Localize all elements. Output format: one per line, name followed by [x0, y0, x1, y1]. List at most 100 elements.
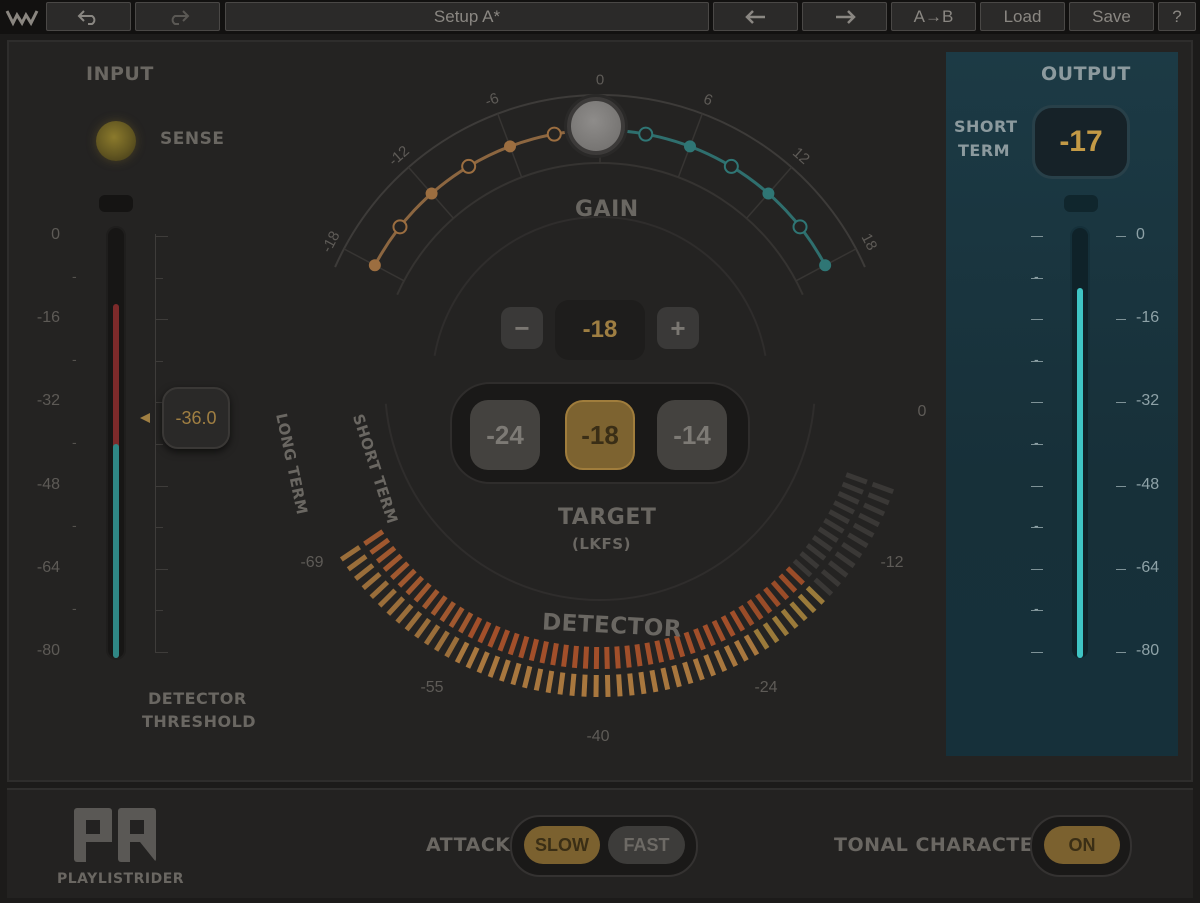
threshold-pointer-icon [140, 413, 150, 423]
scale-label: -48 [1136, 475, 1160, 493]
output-scale-tick [1031, 610, 1043, 612]
output-meter [1070, 226, 1090, 660]
scale-minor-tick: - [1034, 600, 1039, 617]
load-label: Load [1003, 6, 1042, 26]
output-scale-tick [1116, 319, 1126, 321]
input-meter-level [113, 444, 119, 658]
scale-minor-tick: - [72, 350, 77, 367]
threshold-rail [155, 234, 156, 652]
scale-label: -32 [1136, 392, 1160, 410]
target-label: -14 [673, 419, 711, 450]
load-button[interactable]: Load [980, 2, 1065, 31]
scale-label: -80 [1136, 642, 1160, 659]
detector-scale-label: -55 [420, 679, 444, 696]
threshold-tick [155, 527, 163, 529]
target-label: -24 [486, 419, 524, 450]
target-title: TARGET [558, 505, 657, 530]
output-scale-tick [1116, 485, 1126, 487]
scale-minor-tick: - [1034, 517, 1039, 534]
scale-label: -48 [36, 475, 60, 493]
target-button-minus18[interactable]: -18 [565, 400, 635, 470]
scale-label: -16 [36, 309, 60, 327]
output-scale-tick [1031, 485, 1043, 487]
detector-scale-label: 0 [917, 403, 927, 420]
threshold-tick [155, 277, 163, 279]
threshold-tick [155, 319, 168, 321]
attack-fast-label: FAST [623, 834, 670, 855]
output-scale-tick [1031, 652, 1043, 653]
output-scale-tick [1116, 236, 1126, 237]
output-scale-tick [1031, 444, 1043, 445]
scale-label: -16 [1136, 309, 1160, 327]
output-scale-tick [1116, 568, 1126, 570]
undo-button[interactable] [46, 2, 131, 31]
scale-label: -80 [36, 642, 60, 659]
target-unit: (LKFS) [572, 535, 631, 553]
product-name: PLAYLISTRIDER [57, 871, 185, 887]
plus-icon: + [670, 312, 686, 343]
gain-title: GAIN [575, 197, 639, 222]
tonal-character-on-button[interactable]: ON [1044, 826, 1120, 864]
input-meter [106, 226, 126, 660]
attack-slow-button[interactable]: SLOW [524, 826, 600, 864]
output-scale-tick [1031, 277, 1043, 279]
threshold-tick [155, 236, 168, 237]
sense-led[interactable] [96, 121, 136, 161]
short-term-value: -17 [1059, 125, 1103, 158]
help-label: ? [1172, 6, 1182, 26]
threshold-tick [155, 652, 168, 653]
target-button-minus14[interactable]: -14 [657, 400, 727, 470]
scale-minor-tick: - [72, 267, 77, 284]
arrow-left-icon [744, 9, 767, 24]
arrow-right-icon [834, 9, 856, 24]
save-button[interactable]: Save [1069, 2, 1154, 31]
help-button[interactable]: ? [1158, 2, 1196, 31]
scale-minor-tick: - [1034, 267, 1039, 284]
scale-label: -64 [1136, 558, 1160, 576]
gain-knob[interactable] [567, 97, 625, 155]
short-term-display: -17 [1032, 105, 1130, 179]
output-scale-tick [1031, 319, 1043, 321]
preset-name-field[interactable]: Setup A* [225, 2, 709, 31]
scale-minor-tick: - [72, 600, 77, 617]
attack-label: ATTACK [426, 834, 511, 856]
tonal-character-value: ON [1068, 834, 1096, 855]
playlistrider-logo-icon [74, 808, 158, 869]
output-clip-indicator[interactable] [1064, 195, 1098, 212]
target-button-minus24[interactable]: -24 [470, 400, 540, 470]
detector-scale-label: -40 [586, 728, 610, 745]
scale-label: 0 [1136, 226, 1145, 243]
scale-label: -32 [36, 392, 60, 410]
detector-scale-label: -69 [300, 554, 324, 571]
gain-plus-button[interactable]: + [657, 307, 699, 349]
undo-icon [77, 8, 101, 26]
input-clip-indicator[interactable] [99, 195, 133, 212]
threshold-value: -36.0 [175, 407, 217, 428]
threshold-label-line1: DETECTOR [148, 689, 247, 708]
threshold-tick [155, 568, 168, 570]
gain-value-display[interactable]: -18 [555, 300, 645, 360]
threshold-tick [155, 444, 163, 445]
attack-fast-button[interactable]: FAST [608, 826, 685, 864]
attack-slow-label: SLOW [535, 834, 589, 855]
ab-label: A→B [913, 6, 954, 26]
output-title: OUTPUT [1041, 63, 1131, 85]
toolbar: Setup A* A→B Load Save ? [0, 0, 1200, 34]
gain-minus-button[interactable]: − [501, 307, 543, 349]
output-scale-tick [1116, 652, 1126, 653]
gain-value: -18 [582, 316, 618, 343]
output-meter-level [1077, 288, 1083, 658]
scale-minor-tick: - [72, 434, 77, 450]
tonal-character-label: TONAL CHARACTER [834, 834, 1049, 856]
previous-preset-button[interactable] [713, 2, 798, 31]
scale-minor-tick: - [1034, 350, 1039, 367]
detector-scale-label: -12 [880, 554, 904, 571]
next-preset-button[interactable] [802, 2, 887, 31]
waves-logo-icon[interactable] [2, 2, 42, 31]
ab-compare-button[interactable]: A→B [891, 2, 976, 31]
detector-threshold-knob[interactable]: -36.0 [162, 387, 230, 449]
redo-button[interactable] [135, 2, 220, 31]
output-scale-tick [1116, 402, 1126, 404]
output-scale-tick [1031, 527, 1043, 529]
threshold-tick [155, 610, 163, 612]
